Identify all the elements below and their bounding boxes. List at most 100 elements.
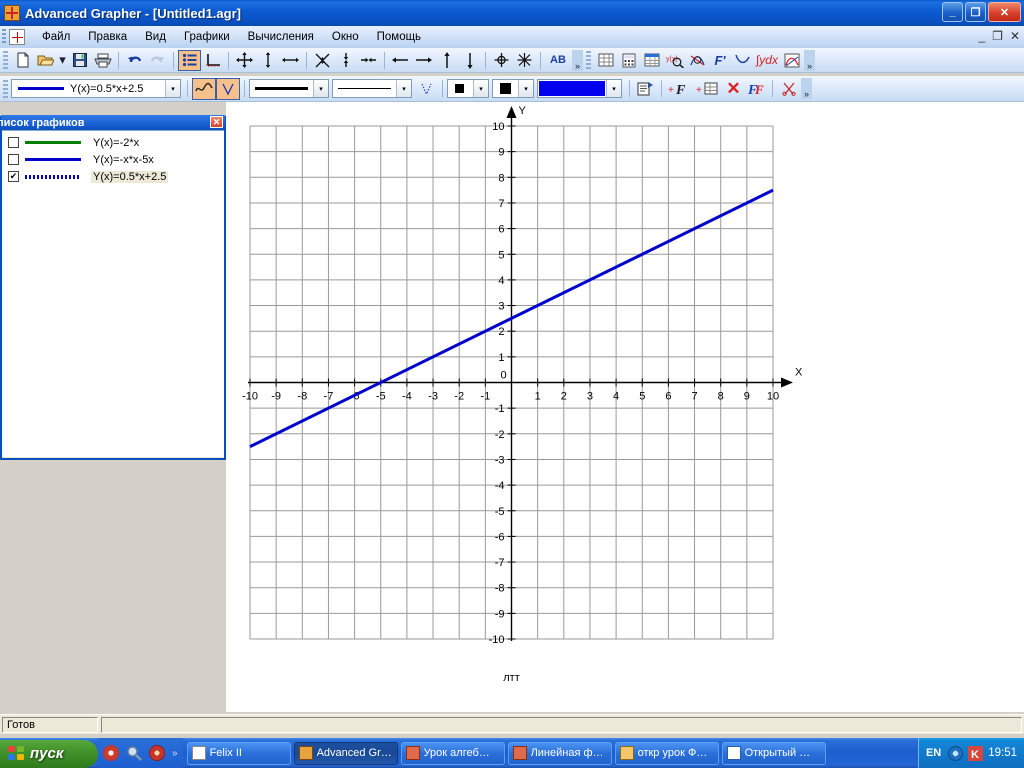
graph-properties-icon[interactable] — [634, 78, 657, 99]
menubar-grip[interactable] — [2, 29, 6, 45]
function-combo-arrow[interactable]: ▾ — [165, 80, 180, 97]
main-toolbar-grip[interactable] — [3, 51, 8, 69]
function-combo[interactable]: Y(x)=0.5*x+2.5 ▾ — [11, 79, 181, 98]
line-width-combo[interactable]: ▾ — [249, 79, 329, 98]
add-table-icon[interactable]: + — [694, 78, 722, 99]
open-folder-icon[interactable] — [34, 50, 57, 71]
volume-icon[interactable] — [948, 745, 964, 761]
graph-list-titlebar[interactable]: писок графиков ✕ — [0, 115, 225, 130]
mdi-restore-button[interactable]: ❐ — [992, 29, 1003, 43]
taskbar-button[interactable]: Открытый … — [721, 741, 826, 765]
text-label-icon[interactable]: AB — [545, 50, 571, 71]
point-size-arrow[interactable]: ▾ — [518, 80, 533, 97]
graph-visible-checkbox[interactable] — [8, 154, 19, 165]
graph-visible-checkbox[interactable] — [8, 137, 19, 148]
quicklaunch-expand-icon[interactable]: » — [172, 748, 178, 759]
menu-item-help[interactable]: Помощь — [368, 29, 430, 45]
media-player-icon[interactable] — [103, 745, 119, 761]
secondary-toolbar-overflow[interactable]: » — [804, 49, 815, 71]
search-icon[interactable] — [126, 745, 142, 761]
regression-icon[interactable] — [780, 50, 803, 71]
redo-icon[interactable] — [146, 50, 169, 71]
add-function-icon[interactable]: + F — [666, 78, 694, 99]
zoom-out-vertical-icon[interactable] — [334, 50, 357, 71]
line-width-arrow[interactable]: ▾ — [313, 80, 328, 97]
line-style-arrow[interactable]: ▾ — [396, 80, 411, 97]
graph-list-item[interactable]: Y(x)=-2*x — [4, 134, 224, 151]
menu-item-graphs[interactable]: Графики — [175, 29, 239, 45]
spreadsheet-icon[interactable] — [640, 50, 663, 71]
tangent-icon[interactable] — [731, 50, 754, 71]
graph-list-close-button[interactable]: ✕ — [210, 116, 223, 128]
taskbar-button[interactable]: Урок алгеб… — [400, 741, 505, 765]
function-mode-icon[interactable] — [192, 77, 216, 100]
graph-list-item[interactable]: ✔ Y(x)=0.5*x+2.5 — [4, 168, 224, 185]
menu-item-calculations[interactable]: Вычисления — [239, 29, 323, 45]
zoom-horizontal-icon[interactable] — [279, 50, 302, 71]
derivative-icon[interactable]: F' — [709, 50, 731, 71]
marker-style-arrow[interactable]: ▾ — [473, 80, 488, 97]
menu-item-file[interactable]: Файл — [33, 29, 79, 45]
point-size-combo[interactable]: ▾ — [492, 79, 534, 98]
line-color-combo[interactable]: ▾ — [537, 79, 622, 98]
center-origin-icon[interactable] — [490, 50, 513, 71]
calculator-icon[interactable] — [617, 50, 640, 71]
dotted-style-icon[interactable] — [415, 78, 438, 99]
mdi-minimize-button[interactable]: _ — [978, 29, 985, 43]
zoom-vertical-icon[interactable] — [256, 50, 279, 71]
edit-function-icon[interactable]: FF — [745, 78, 768, 99]
maximize-button[interactable]: ❐ — [965, 2, 986, 22]
print-icon[interactable] — [91, 50, 114, 71]
integral-icon[interactable]: ∫ydx — [754, 50, 780, 71]
mdi-document-icon[interactable] — [9, 29, 25, 45]
scroll-left-icon[interactable] — [389, 50, 412, 71]
line-style-combo[interactable]: ▾ — [332, 79, 412, 98]
language-indicator[interactable]: EN — [926, 747, 941, 759]
menu-item-edit[interactable]: Правка — [79, 29, 136, 45]
style-mode-icon[interactable] — [216, 77, 240, 100]
graph-visible-checkbox[interactable]: ✔ — [8, 171, 19, 182]
open-dropdown-icon[interactable]: ▾ — [57, 50, 68, 71]
taskbar-button[interactable]: откр урок Ф… — [614, 741, 719, 765]
toolbar-separator — [772, 80, 773, 97]
close-button[interactable]: ✕ — [988, 2, 1021, 22]
table-icon[interactable] — [594, 50, 617, 71]
graph-list-icon[interactable] — [178, 49, 201, 71]
svg-text:+: + — [696, 85, 702, 96]
mdi-close-button[interactable]: ✕ — [1010, 29, 1020, 43]
cut-graph-icon[interactable] — [777, 78, 800, 99]
taskbar-button[interactable]: Felix II — [186, 741, 291, 765]
fit-view-icon[interactable] — [513, 50, 536, 71]
x-tick-label: 3 — [587, 391, 593, 403]
graph-toolbar-grip[interactable] — [3, 79, 8, 98]
intersections-icon[interactable] — [686, 50, 709, 71]
pan-icon[interactable] — [233, 50, 256, 71]
marker-style-combo[interactable]: ▾ — [447, 79, 489, 98]
scroll-right-icon[interactable] — [412, 50, 435, 71]
menu-item-window[interactable]: Окно — [323, 29, 368, 45]
opera-icon[interactable] — [149, 745, 165, 761]
zoom-out-horizontal-icon[interactable] — [357, 50, 380, 71]
find-value-icon[interactable]: y(x) — [663, 50, 686, 71]
new-document-icon[interactable] — [11, 50, 34, 71]
scroll-up-icon[interactable] — [435, 50, 458, 71]
taskbar-button[interactable]: Advanced Gr… — [293, 741, 398, 765]
graph-line-sample — [25, 141, 81, 144]
kaspersky-icon[interactable]: K — [968, 745, 984, 761]
scroll-down-icon[interactable] — [458, 50, 481, 71]
menu-item-view[interactable]: Вид — [136, 29, 175, 45]
taskbar-button[interactable]: Линейная ф… — [507, 741, 612, 765]
graph-toolbar-overflow[interactable]: » — [801, 78, 812, 99]
undo-icon[interactable] — [123, 50, 146, 71]
start-button[interactable]: пуск — [0, 739, 98, 768]
main-toolbar-overflow[interactable]: » — [572, 49, 583, 71]
minimize-button[interactable]: _ — [942, 2, 963, 22]
graph-list-item[interactable]: Y(x)=-x*x-5x — [4, 151, 224, 168]
graph-canvas[interactable]: X Y -10 -9 -8 -7 -6 -5 -4 -3 -2 -1 0 1 2 3 4 5 6 7 8 9 10 10 9 8 7… — [226, 102, 1024, 712]
save-icon[interactable] — [68, 50, 91, 71]
secondary-toolbar-grip[interactable] — [586, 51, 591, 69]
zoom-in-icon[interactable] — [311, 50, 334, 71]
delete-graph-icon[interactable]: ✕ — [722, 78, 745, 99]
line-color-arrow[interactable]: ▾ — [606, 80, 621, 97]
axes-properties-icon[interactable] — [201, 50, 224, 71]
